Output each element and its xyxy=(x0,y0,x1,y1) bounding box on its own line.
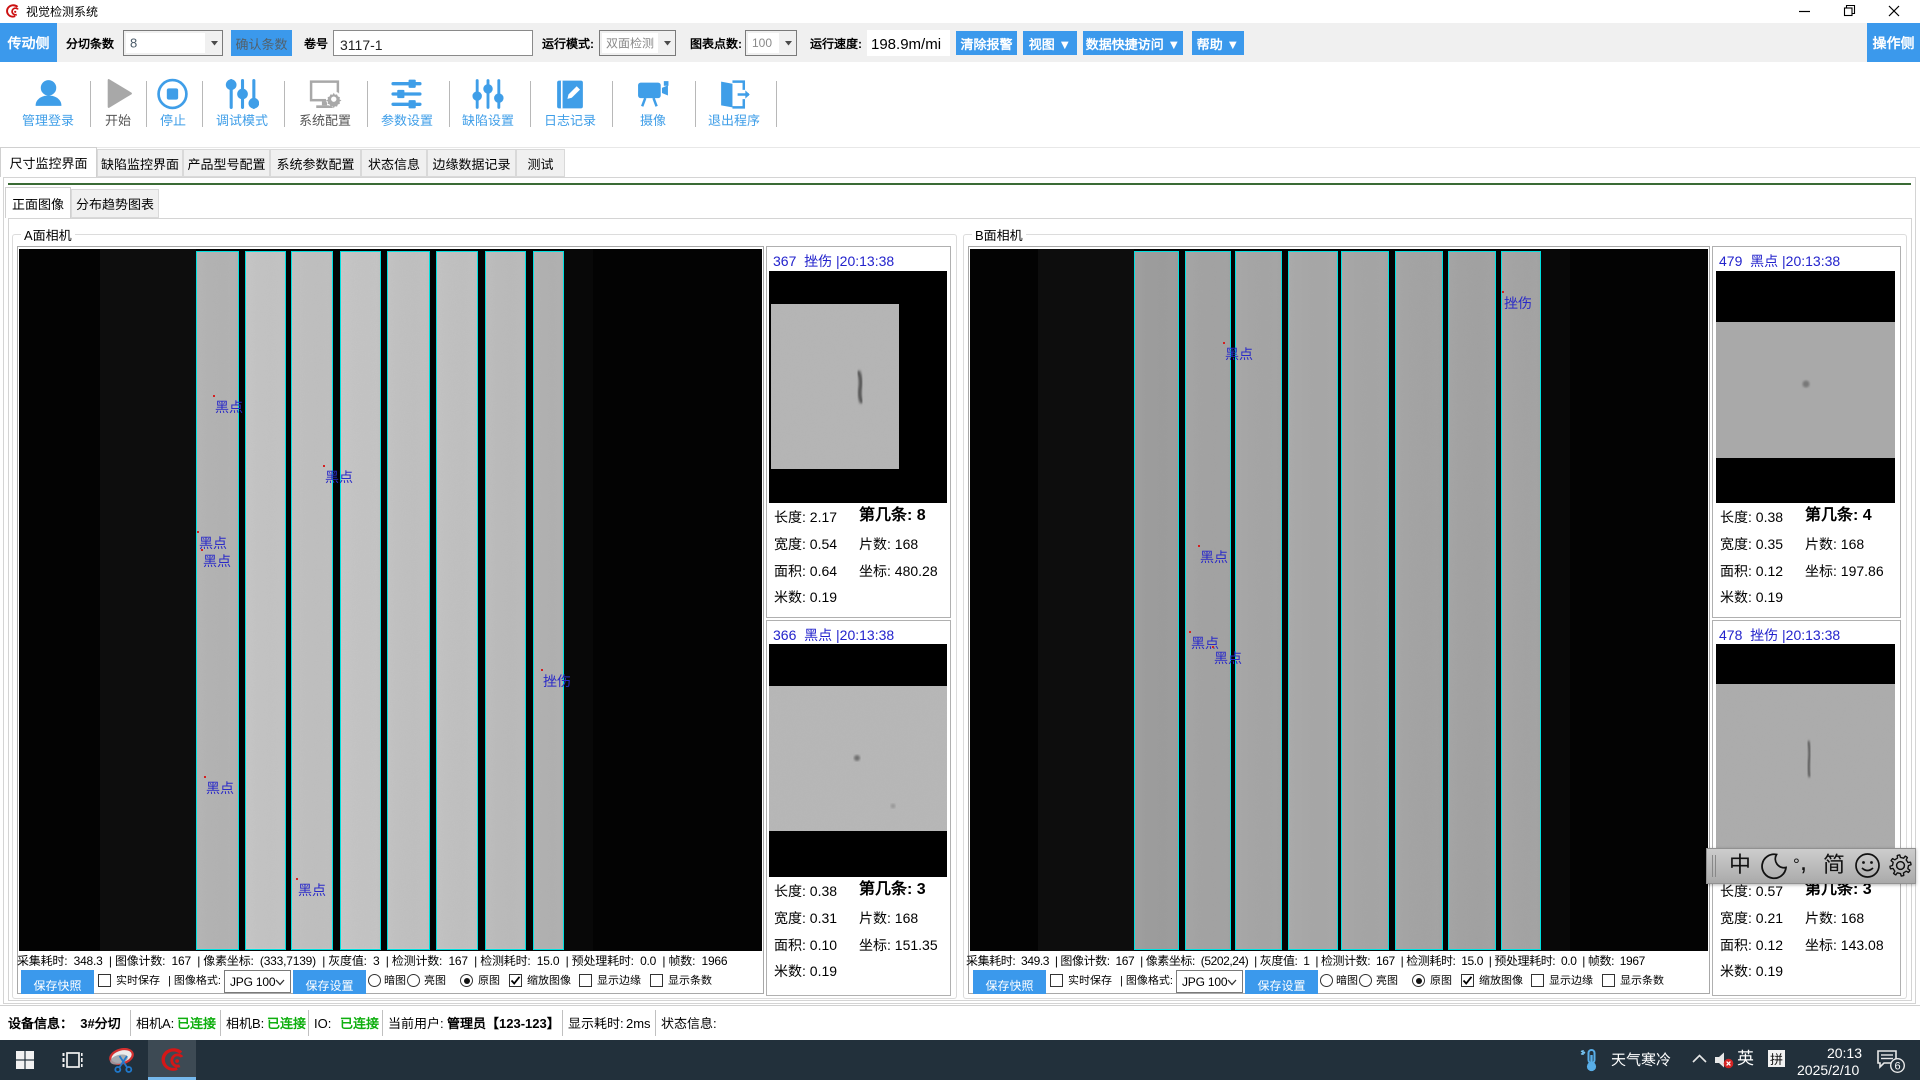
svg-text:黑点: 黑点 xyxy=(203,553,231,569)
svg-text:黑点: 黑点 xyxy=(1214,650,1242,666)
svg-text:黑点: 黑点 xyxy=(325,469,353,485)
svg-text:挫伤: 挫伤 xyxy=(1504,295,1532,311)
svg-text:黑点: 黑点 xyxy=(298,882,326,898)
svg-text:黑点: 黑点 xyxy=(215,399,243,415)
svg-text:挫伤: 挫伤 xyxy=(543,673,571,689)
svg-text:6: 6 xyxy=(1894,1061,1900,1073)
svg-text:黑点: 黑点 xyxy=(206,780,234,796)
svg-text:黑点: 黑点 xyxy=(199,535,227,551)
svg-text:黑点: 黑点 xyxy=(1200,549,1228,565)
svg-text:黑点: 黑点 xyxy=(1191,635,1219,651)
svg-text:黑点: 黑点 xyxy=(1225,346,1253,362)
